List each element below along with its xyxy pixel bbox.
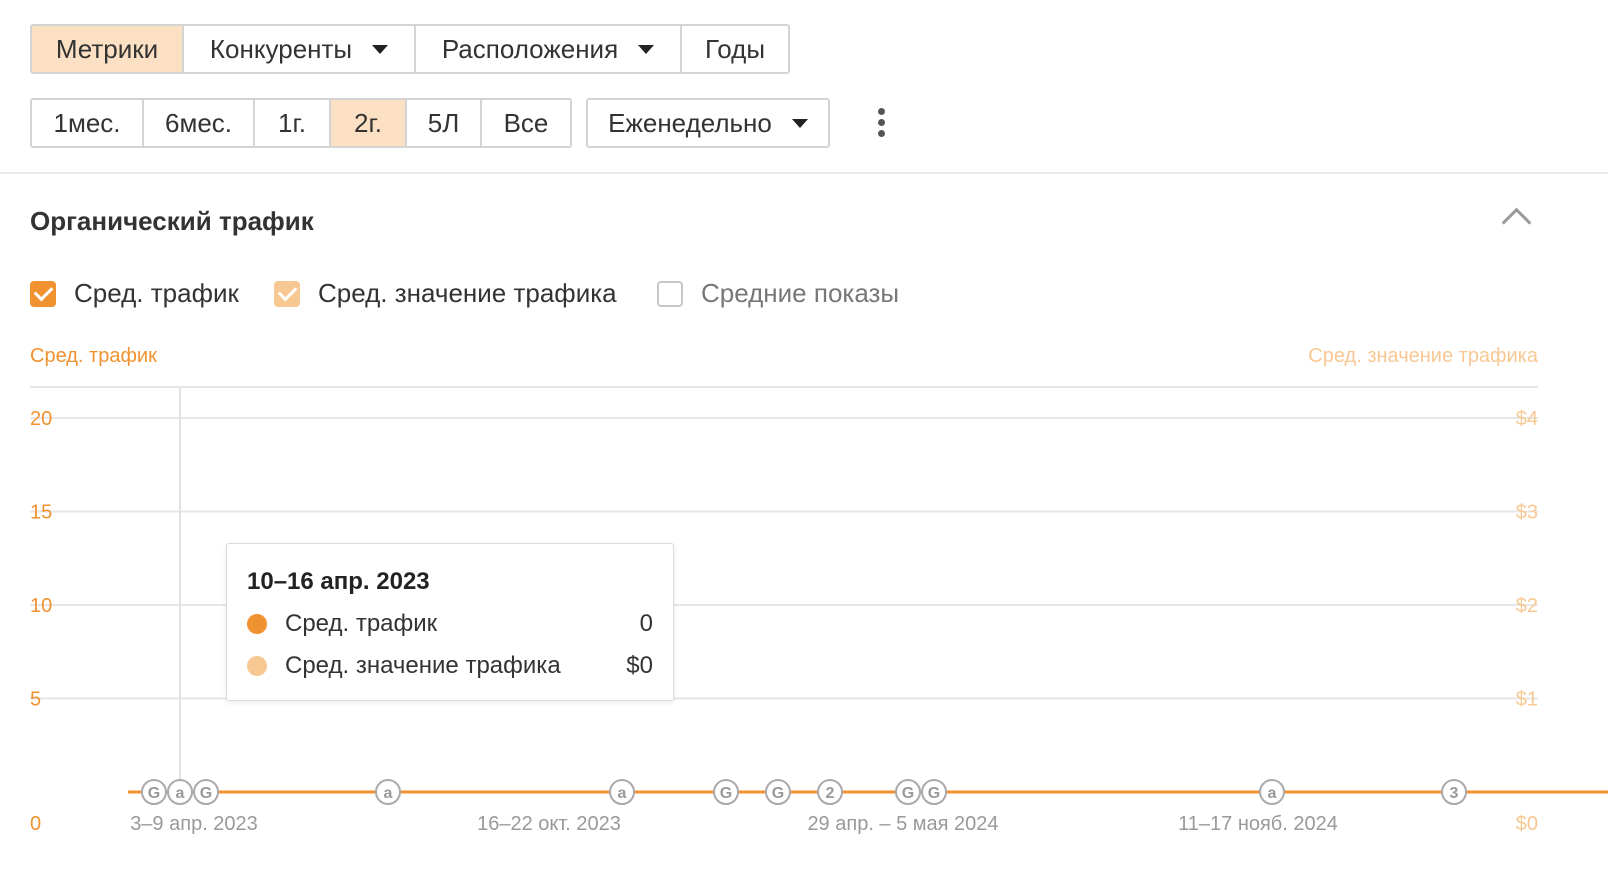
x-tick-label: 29 апр. – 5 мая 2024 bbox=[807, 813, 998, 835]
x-tick-label: 16–22 окт. 2023 bbox=[477, 813, 621, 835]
checkbox-checked-icon bbox=[30, 280, 56, 307]
annotation-marker-label: a bbox=[618, 785, 627, 802]
checkbox-label: Средние показы bbox=[701, 278, 900, 308]
annotation-marker-label: a bbox=[176, 785, 185, 802]
annotation-marker-label: 2 bbox=[826, 785, 835, 802]
tab-label: Расположения bbox=[441, 33, 619, 64]
tab-2[interactable]: Расположения bbox=[416, 26, 682, 72]
range-button-2[interactable]: 1г. bbox=[255, 100, 331, 146]
traffic-dot-icon bbox=[247, 614, 267, 634]
checkbox-label: Сред. значение трафика bbox=[318, 278, 617, 308]
range-button-group: 1мес. 6мес. 1г. 2г. 5Л Все bbox=[30, 98, 572, 148]
annotation-marker-label: G bbox=[200, 785, 212, 802]
tab-3[interactable]: Годы bbox=[682, 26, 788, 72]
annotation-marker-label: G bbox=[928, 785, 940, 802]
range-button-3[interactable]: 2г. bbox=[331, 100, 407, 146]
tab-label: Конкуренты bbox=[209, 33, 353, 64]
y-right-tick-label: $0 bbox=[1516, 813, 1538, 835]
tooltip-label: Сред. значение трафика bbox=[285, 652, 561, 679]
tooltip-label: Сред. трафик bbox=[285, 610, 438, 637]
y-left-axis-title: Сред. трафик bbox=[30, 345, 157, 367]
y-right-tick-label: $1 bbox=[1516, 689, 1538, 711]
annotation-marker-label: 3 bbox=[1450, 785, 1459, 802]
tooltip-row-traffic: Сред. трафик 0 bbox=[247, 610, 653, 638]
checkbox-avg-traffic[interactable]: Сред. трафик bbox=[30, 278, 239, 309]
tab-0[interactable]: Метрики bbox=[32, 26, 184, 72]
chevron-down-icon bbox=[372, 44, 389, 54]
range-button-5[interactable]: Все bbox=[482, 100, 570, 146]
chevron-up-icon[interactable] bbox=[1501, 207, 1532, 238]
annotation-marker-label: a bbox=[1268, 785, 1277, 802]
value-dot-icon bbox=[247, 656, 267, 676]
toolbar-divider bbox=[0, 172, 1608, 174]
checkbox-avg-traffic-value[interactable]: Сред. значение трафика bbox=[274, 278, 617, 309]
range-button-0[interactable]: 1мес. bbox=[32, 100, 144, 146]
x-tick-label: 11–17 нояб. 2024 bbox=[1178, 813, 1338, 835]
annotation-marker-label: G bbox=[720, 785, 732, 802]
checkbox-unchecked-icon bbox=[657, 280, 683, 307]
tab-label: Годы bbox=[704, 33, 766, 64]
tooltip-value: 0 bbox=[639, 610, 653, 637]
y-right-tick-label: $2 bbox=[1516, 595, 1538, 617]
tab-label: Метрики bbox=[55, 33, 159, 64]
range-button-4[interactable]: 5Л bbox=[407, 100, 482, 146]
y-right-tick-label: $4 bbox=[1516, 408, 1538, 430]
annotation-marker-label: G bbox=[772, 785, 784, 802]
x-tick-label: 3–9 апр. 2023 bbox=[130, 813, 258, 835]
y-right-tick-label: $3 bbox=[1516, 502, 1538, 524]
tooltip-row-value: Сред. значение трафика $0 bbox=[247, 652, 653, 680]
annotation-marker-label: G bbox=[148, 785, 160, 802]
y-left-tick-label: 15 bbox=[30, 502, 52, 524]
interval-dropdown-group: Еженедельно bbox=[586, 98, 830, 148]
tooltip-date: 10–16 апр. 2023 bbox=[247, 568, 430, 595]
chart-tooltip: 10–16 апр. 2023 Сред. трафик 0 Сред. зна… bbox=[226, 543, 674, 701]
annotation-marker-label: a bbox=[384, 785, 393, 802]
metrics-tab-group: Метрики Конкуренты Расположения Годы bbox=[30, 24, 790, 74]
y-left-tick-label: 10 bbox=[30, 595, 52, 617]
kebab-icon[interactable] bbox=[876, 108, 886, 138]
checkbox-label: Сред. трафик bbox=[74, 278, 239, 308]
chevron-down-icon bbox=[638, 44, 655, 54]
y-left-tick-label: 5 bbox=[30, 689, 41, 711]
interval-label: Еженедельно bbox=[608, 107, 772, 138]
section-title: Органический трафик bbox=[30, 206, 314, 236]
range-button-1[interactable]: 6мес. bbox=[144, 100, 255, 146]
chevron-down-icon bbox=[791, 118, 808, 128]
y-right-axis-title: Сред. значение трафика bbox=[1308, 345, 1538, 367]
checkbox-avg-impressions[interactable]: Средние показы bbox=[657, 278, 899, 309]
y-left-tick-label: 0 bbox=[30, 813, 41, 835]
interval-dropdown[interactable]: Еженедельно bbox=[588, 100, 828, 146]
tab-1[interactable]: Конкуренты bbox=[184, 26, 416, 72]
tooltip-value: $0 bbox=[626, 652, 653, 679]
y-left-tick-label: 20 bbox=[30, 408, 52, 430]
checkbox-checked-icon bbox=[274, 280, 300, 307]
annotation-marker-label: G bbox=[902, 785, 914, 802]
